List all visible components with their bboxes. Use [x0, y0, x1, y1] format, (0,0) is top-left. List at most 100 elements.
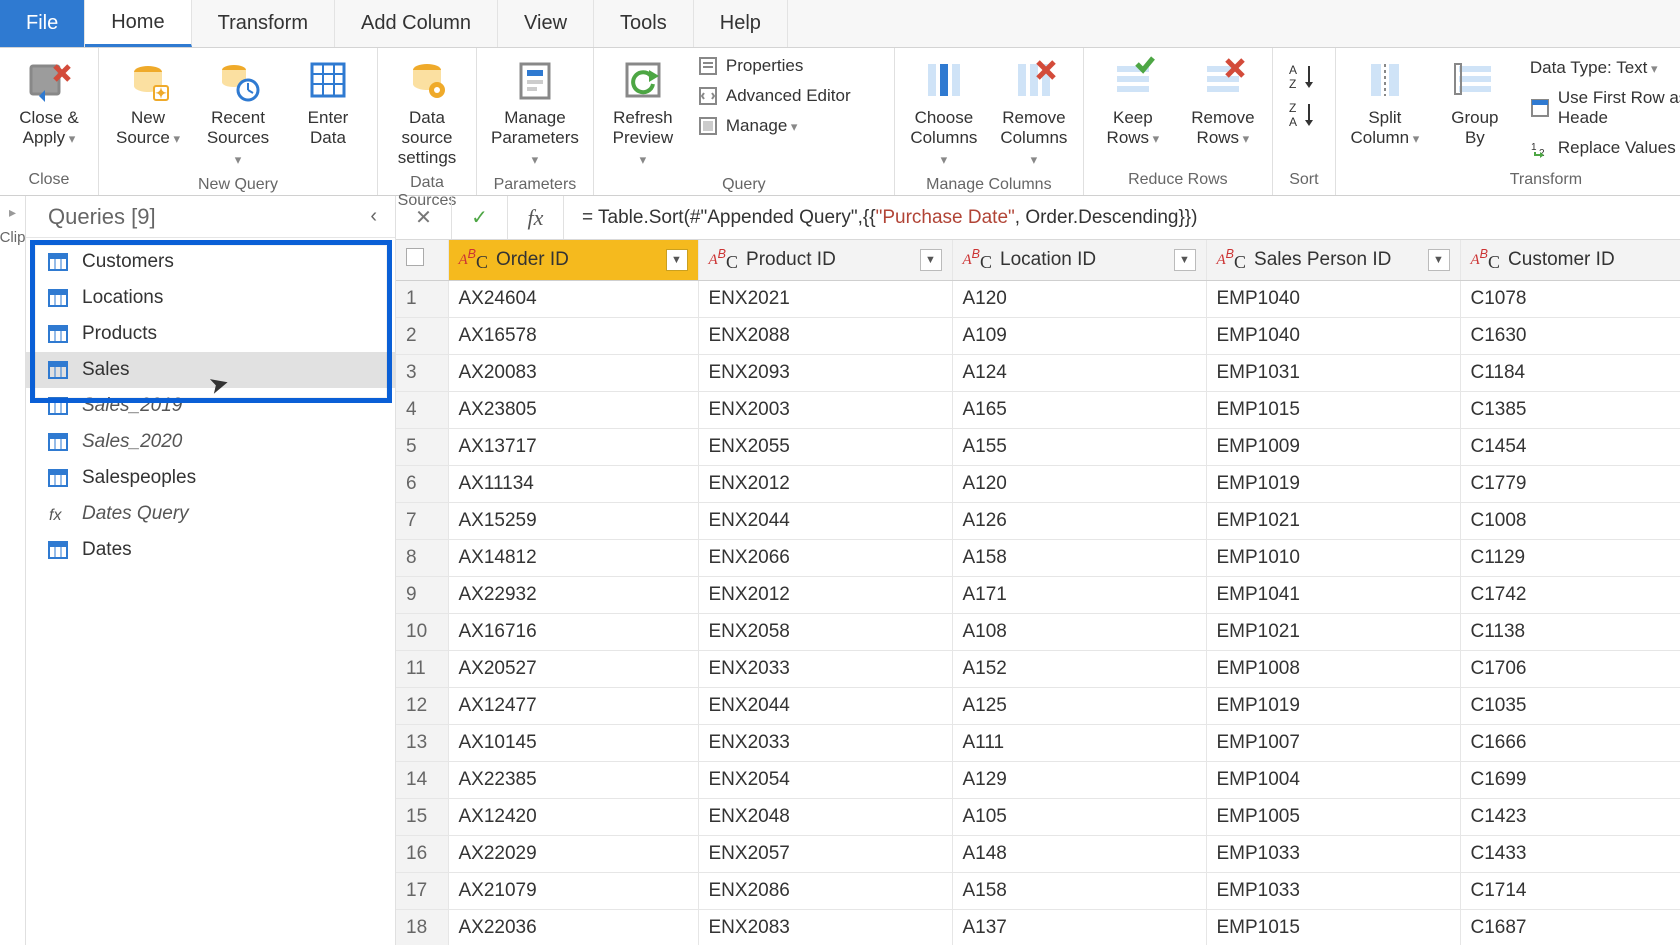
cell[interactable]: AX13717 — [448, 429, 698, 466]
remove-columns-button[interactable]: Remove Columns — [995, 54, 1073, 172]
query-item-customers[interactable]: Customers — [26, 244, 395, 280]
cell[interactable]: AX16578 — [448, 318, 698, 355]
table-row[interactable]: 6AX11134ENX2012A120EMP1019C1779 — [396, 466, 1680, 503]
formula-input[interactable]: = Table.Sort(#"Appended Query",{{"Purcha… — [564, 207, 1680, 229]
cell[interactable]: A129 — [952, 762, 1206, 799]
table-row[interactable]: 8AX14812ENX2066A158EMP1010C1129 — [396, 540, 1680, 577]
table-row[interactable]: 14AX22385ENX2054A129EMP1004C1699 — [396, 762, 1680, 799]
cell[interactable]: EMP1033 — [1206, 873, 1460, 910]
cancel-formula-icon[interactable]: ✕ — [396, 196, 452, 239]
column-header-product-id[interactable]: ABCProduct ID▼ — [698, 240, 952, 281]
table-row[interactable]: 3AX20083ENX2093A124EMP1031C1184 — [396, 355, 1680, 392]
cell[interactable]: A108 — [952, 614, 1206, 651]
data-type-button[interactable]: Data Type: Text — [1526, 56, 1662, 80]
cell[interactable]: AX22029 — [448, 836, 698, 873]
table-row[interactable]: 12AX12477ENX2044A125EMP1019C1035 — [396, 688, 1680, 725]
cell[interactable]: EMP1009 — [1206, 429, 1460, 466]
table-row[interactable]: 15AX12420ENX2048A105EMP1005C1423 — [396, 799, 1680, 836]
table-row[interactable]: 16AX22029ENX2057A148EMP1033C1433 — [396, 836, 1680, 873]
commit-formula-icon[interactable]: ✓ — [452, 196, 508, 239]
data-source-settings-button[interactable]: Data source settings — [388, 54, 466, 170]
cell[interactable]: EMP1041 — [1206, 577, 1460, 614]
cell[interactable]: A137 — [952, 910, 1206, 945]
cell[interactable]: C1008 — [1460, 503, 1680, 540]
cell[interactable]: EMP1005 — [1206, 799, 1460, 836]
cell[interactable]: A125 — [952, 688, 1206, 725]
cell[interactable]: AX22036 — [448, 910, 698, 945]
fx-icon[interactable]: fx — [508, 196, 564, 239]
advanced-editor-button[interactable]: Advanced Editor — [694, 84, 855, 108]
cell[interactable]: A155 — [952, 429, 1206, 466]
cell[interactable]: ENX2088 — [698, 318, 952, 355]
tab-transform[interactable]: Transform — [192, 0, 335, 47]
table-row[interactable]: 9AX22932ENX2012A171EMP1041C1742 — [396, 577, 1680, 614]
cell[interactable]: C1433 — [1460, 836, 1680, 873]
cell[interactable]: AX12477 — [448, 688, 698, 725]
cell[interactable]: AX20083 — [448, 355, 698, 392]
tab-add-column[interactable]: Add Column — [335, 0, 498, 47]
cell[interactable]: C1035 — [1460, 688, 1680, 725]
cell[interactable]: A109 — [952, 318, 1206, 355]
group-by-button[interactable]: Group By — [1436, 54, 1514, 150]
cell[interactable]: C1699 — [1460, 762, 1680, 799]
cell[interactable]: C1385 — [1460, 392, 1680, 429]
cell[interactable]: EMP1004 — [1206, 762, 1460, 799]
table-row[interactable]: 5AX13717ENX2055A155EMP1009C1454 — [396, 429, 1680, 466]
cell[interactable]: ENX2012 — [698, 466, 952, 503]
refresh-preview-button[interactable]: Refresh Preview — [604, 54, 682, 172]
cell[interactable]: ENX2033 — [698, 725, 952, 762]
cell[interactable]: EMP1021 — [1206, 614, 1460, 651]
table-row[interactable]: 11AX20527ENX2033A152EMP1008C1706 — [396, 651, 1680, 688]
cell[interactable]: A111 — [952, 725, 1206, 762]
query-item-dates[interactable]: Dates — [26, 532, 395, 568]
cell[interactable]: ENX2054 — [698, 762, 952, 799]
table-row[interactable]: 1AX24604ENX2021A120EMP1040C1078 — [396, 281, 1680, 318]
cell[interactable]: ENX2048 — [698, 799, 952, 836]
cell[interactable]: C1666 — [1460, 725, 1680, 762]
manage-parameters-button[interactable]: Manage Parameters — [487, 54, 583, 172]
cell[interactable]: AX22385 — [448, 762, 698, 799]
cell[interactable]: ENX2012 — [698, 577, 952, 614]
tab-file[interactable]: File — [0, 0, 85, 47]
recent-sources-button[interactable]: Recent Sources — [199, 54, 277, 172]
table-row[interactable]: 7AX15259ENX2044A126EMP1021C1008 — [396, 503, 1680, 540]
cell[interactable]: A105 — [952, 799, 1206, 836]
cell[interactable]: C1687 — [1460, 910, 1680, 945]
cell[interactable]: A120 — [952, 466, 1206, 503]
query-item-locations[interactable]: Locations — [26, 280, 395, 316]
column-header-location-id[interactable]: ABCLocation ID▼ — [952, 240, 1206, 281]
cell[interactable]: A165 — [952, 392, 1206, 429]
filter-dropdown-icon[interactable]: ▼ — [920, 249, 942, 271]
query-item-sales-2020[interactable]: Sales_2020 — [26, 424, 395, 460]
cell[interactable]: EMP1031 — [1206, 355, 1460, 392]
cell[interactable]: EMP1010 — [1206, 540, 1460, 577]
cell[interactable]: A171 — [952, 577, 1206, 614]
cell[interactable]: AX11134 — [448, 466, 698, 503]
cell[interactable]: EMP1019 — [1206, 688, 1460, 725]
tab-help[interactable]: Help — [694, 0, 788, 47]
cell[interactable]: C1138 — [1460, 614, 1680, 651]
table-row[interactable]: 13AX10145ENX2033A111EMP1007C1666 — [396, 725, 1680, 762]
table-row[interactable]: 4AX23805ENX2003A165EMP1015C1385 — [396, 392, 1680, 429]
cell[interactable]: ENX2086 — [698, 873, 952, 910]
cell[interactable]: ENX2093 — [698, 355, 952, 392]
cell[interactable]: AX24604 — [448, 281, 698, 318]
cell[interactable]: A152 — [952, 651, 1206, 688]
cell[interactable]: ENX2033 — [698, 651, 952, 688]
new-source-button[interactable]: ✦ New Source — [109, 54, 187, 151]
cell[interactable]: ENX2055 — [698, 429, 952, 466]
cell[interactable]: AX14812 — [448, 540, 698, 577]
cell[interactable]: A158 — [952, 873, 1206, 910]
remove-rows-button[interactable]: Remove Rows — [1184, 54, 1262, 151]
cell[interactable]: AX21079 — [448, 873, 698, 910]
cell[interactable]: C1129 — [1460, 540, 1680, 577]
cell[interactable]: C1714 — [1460, 873, 1680, 910]
cell[interactable]: A126 — [952, 503, 1206, 540]
cell[interactable]: AX22932 — [448, 577, 698, 614]
column-header-customer-id[interactable]: ABCCustomer ID▼ — [1460, 240, 1680, 281]
manage-query-button[interactable]: Manage — [694, 114, 802, 138]
table-row[interactable]: 10AX16716ENX2058A108EMP1021C1138 — [396, 614, 1680, 651]
cell[interactable]: ENX2057 — [698, 836, 952, 873]
cell[interactable]: C1184 — [1460, 355, 1680, 392]
cell[interactable]: A124 — [952, 355, 1206, 392]
